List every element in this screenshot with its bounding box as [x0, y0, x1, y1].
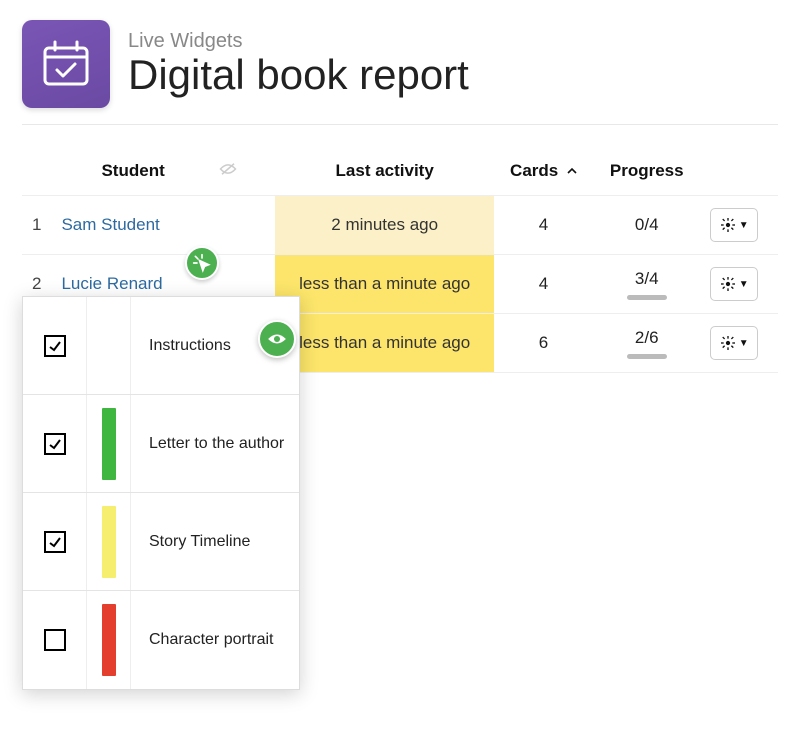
title-block: Live Widgets Digital book report [128, 30, 469, 97]
progress-value: 3/4 [635, 269, 659, 288]
panel-item[interactable]: Character portrait [23, 591, 299, 689]
checkbox[interactable] [44, 531, 66, 553]
caret-down-icon: ▼ [739, 338, 749, 349]
activity-cell: 2 minutes ago [275, 196, 493, 255]
progress-bar [627, 354, 667, 359]
col-index [22, 153, 51, 196]
checkmark-icon [48, 437, 62, 451]
progress-bar [627, 295, 667, 300]
panel-item[interactable]: Story Timeline [23, 493, 299, 591]
progress-cell: 3/4 [593, 255, 700, 314]
cards-cell: 6 [494, 314, 593, 373]
col-student[interactable]: Student [51, 153, 275, 196]
col-cards-label: Cards [510, 161, 558, 180]
row-actions-button[interactable]: ▼ [710, 208, 758, 242]
row-actions-button[interactable]: ▼ [710, 326, 758, 360]
panel-checkbox-cell [23, 297, 87, 394]
click-indicator-icon [185, 246, 219, 280]
progress-value: 2/6 [635, 328, 659, 347]
actions-cell: ▼ [700, 255, 778, 314]
panel-item[interactable]: Letter to the author [23, 395, 299, 493]
panel-item-label: Letter to the author [131, 435, 299, 453]
col-activity-label: Last activity [336, 161, 434, 180]
col-student-label: Student [101, 161, 164, 180]
caret-down-icon: ▼ [739, 279, 749, 290]
panel-item-label: Story Timeline [131, 533, 299, 551]
panel-item[interactable]: Instructions [23, 297, 299, 395]
cards-cell: 4 [494, 255, 593, 314]
student-link[interactable]: Lucie Renard [61, 274, 162, 293]
panel-color-cell [87, 297, 131, 394]
progress-cell: 0/4 [593, 196, 700, 255]
panel-color-cell [87, 493, 131, 590]
progress-value: 0/4 [635, 215, 659, 234]
col-cards[interactable]: Cards [494, 153, 593, 196]
page-title: Digital book report [128, 53, 469, 97]
student-cell: Sam Student [51, 196, 275, 255]
checkbox[interactable] [44, 433, 66, 455]
activity-cell: less than a minute ago [275, 255, 493, 314]
visibility-off-icon[interactable] [219, 161, 237, 180]
visibility-indicator-icon [258, 320, 296, 358]
activity-cell: less than a minute ago [275, 314, 493, 373]
gear-icon [720, 276, 736, 292]
checkbox[interactable] [44, 629, 66, 651]
table-row: 1 Sam Student 2 minutes ago 4 0/4 ▼ [22, 196, 778, 255]
progress-cell: 2/6 [593, 314, 700, 373]
actions-cell: ▼ [700, 314, 778, 373]
cards-cell: 4 [494, 196, 593, 255]
breadcrumb[interactable]: Live Widgets [128, 30, 469, 53]
checkbox[interactable] [44, 335, 66, 357]
color-swatch-green [102, 408, 116, 480]
col-last-activity[interactable]: Last activity [275, 153, 493, 196]
checkmark-icon [48, 535, 62, 549]
gear-icon [720, 217, 736, 233]
gear-icon [720, 335, 736, 351]
checkmark-icon [48, 339, 62, 353]
panel-color-cell [87, 395, 131, 492]
color-swatch-red [102, 604, 116, 676]
color-swatch-yellow [102, 506, 116, 578]
panel-checkbox-cell [23, 591, 87, 689]
col-progress-label: Progress [610, 161, 684, 180]
col-progress[interactable]: Progress [593, 153, 700, 196]
calendar-icon [40, 38, 92, 90]
actions-cell: ▼ [700, 196, 778, 255]
panel-color-cell [87, 591, 131, 689]
panel-item-label: Character portrait [131, 631, 299, 649]
page-header: Live Widgets Digital book report [22, 20, 778, 125]
student-link[interactable]: Sam Student [61, 215, 159, 234]
col-actions [700, 153, 778, 196]
app-calendar-icon [22, 20, 110, 108]
panel-checkbox-cell [23, 493, 87, 590]
cards-panel: Instructions Letter to the author Story … [22, 296, 300, 690]
row-actions-button[interactable]: ▼ [710, 267, 758, 301]
row-index: 1 [22, 196, 51, 255]
sort-asc-icon [567, 165, 577, 179]
caret-down-icon: ▼ [739, 220, 749, 231]
panel-checkbox-cell [23, 395, 87, 492]
